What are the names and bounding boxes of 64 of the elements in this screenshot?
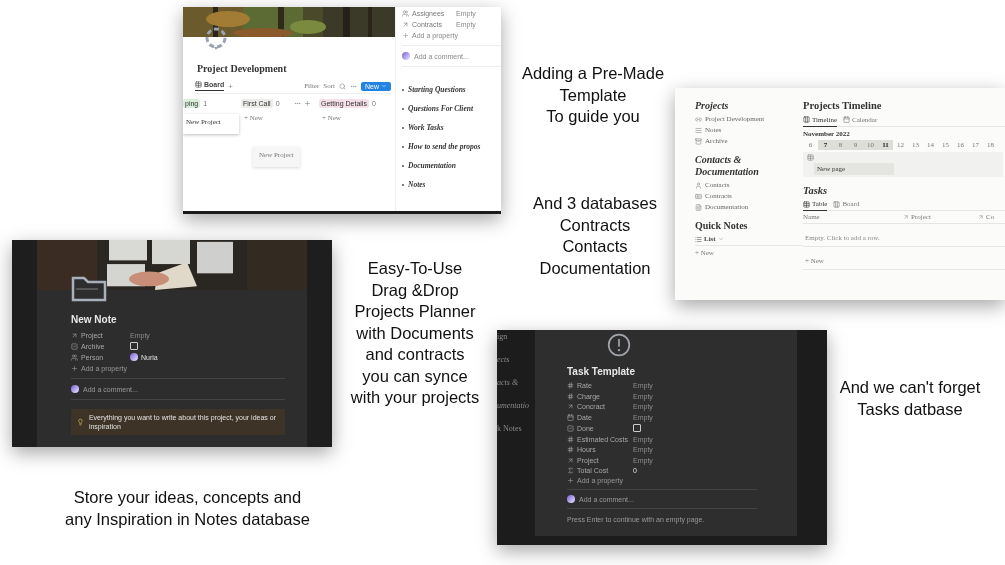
people-icon [71,353,78,361]
plus-icon [567,477,574,484]
arrow-icon [71,332,78,339]
alert-icon [607,333,631,357]
plus-icon [304,100,311,107]
section-heading: Projects [695,100,730,112]
lightbulb-icon [77,418,84,427]
hash-icon [567,435,574,443]
arrow-icon [567,456,574,464]
caption: And we can't forget Tasks datbase [838,377,982,420]
doc-icon [695,203,702,211]
page-icon [203,25,229,51]
page-title: Project Development [197,63,288,74]
section-heading: Tasks [803,184,829,198]
hash-icon [567,382,574,389]
avatar [567,495,575,503]
plus-icon [402,32,409,39]
contact-icon [695,181,702,189]
caption: Adding a Pre-Made Template To guide you [520,63,666,127]
background-heading: umentatio [497,401,530,410]
checkbox-icon [71,342,78,350]
board-icon [833,200,841,208]
avatar [402,52,410,60]
checkbox-icon [567,424,574,432]
background-heading: acts & [497,378,520,387]
people-icon [402,10,409,17]
hash-icon [567,446,574,453]
checkbox[interactable] [633,424,641,432]
background-heading: ign [497,332,509,341]
section-heading: Contacts & Documentation [695,154,760,178]
plus-icon [71,365,78,372]
calendar-icon [843,116,851,124]
arrow-icon [402,21,409,28]
list-icon [695,235,702,243]
folder-icon [71,274,107,302]
avatar [130,353,138,361]
page-title: Projects Timeline [803,100,883,113]
add-view-button[interactable]: + [228,81,233,91]
arrow-icon [567,403,574,410]
sigma-icon [567,467,574,474]
avatar [71,385,79,393]
caption: Store your ideas, concepts and any Inspiration in Notes database [64,487,311,530]
chevron-icon [717,236,724,242]
page-title: New Note [71,314,118,325]
section-heading: Quick Notes [695,220,749,232]
hash-icon [567,392,574,400]
chevron-icon [381,83,387,89]
archive-icon [695,137,702,145]
search-icon [339,82,346,90]
arrow-icon [903,214,909,221]
page-title: Task Template [567,366,636,377]
list-icon [695,126,702,134]
table-icon [807,153,814,161]
project-icon [695,115,702,123]
background-heading: k Notes [497,424,523,433]
arrow-icon [978,214,984,221]
calendar-icon [567,413,574,421]
checkbox[interactable] [130,342,138,350]
caption: And 3 databases Contracts Contacts Documentation [532,193,658,279]
card-icon [695,192,702,200]
timeline-icon [803,116,810,124]
background-heading: ects [497,355,511,364]
table-icon [195,81,202,88]
table-icon [803,200,810,208]
